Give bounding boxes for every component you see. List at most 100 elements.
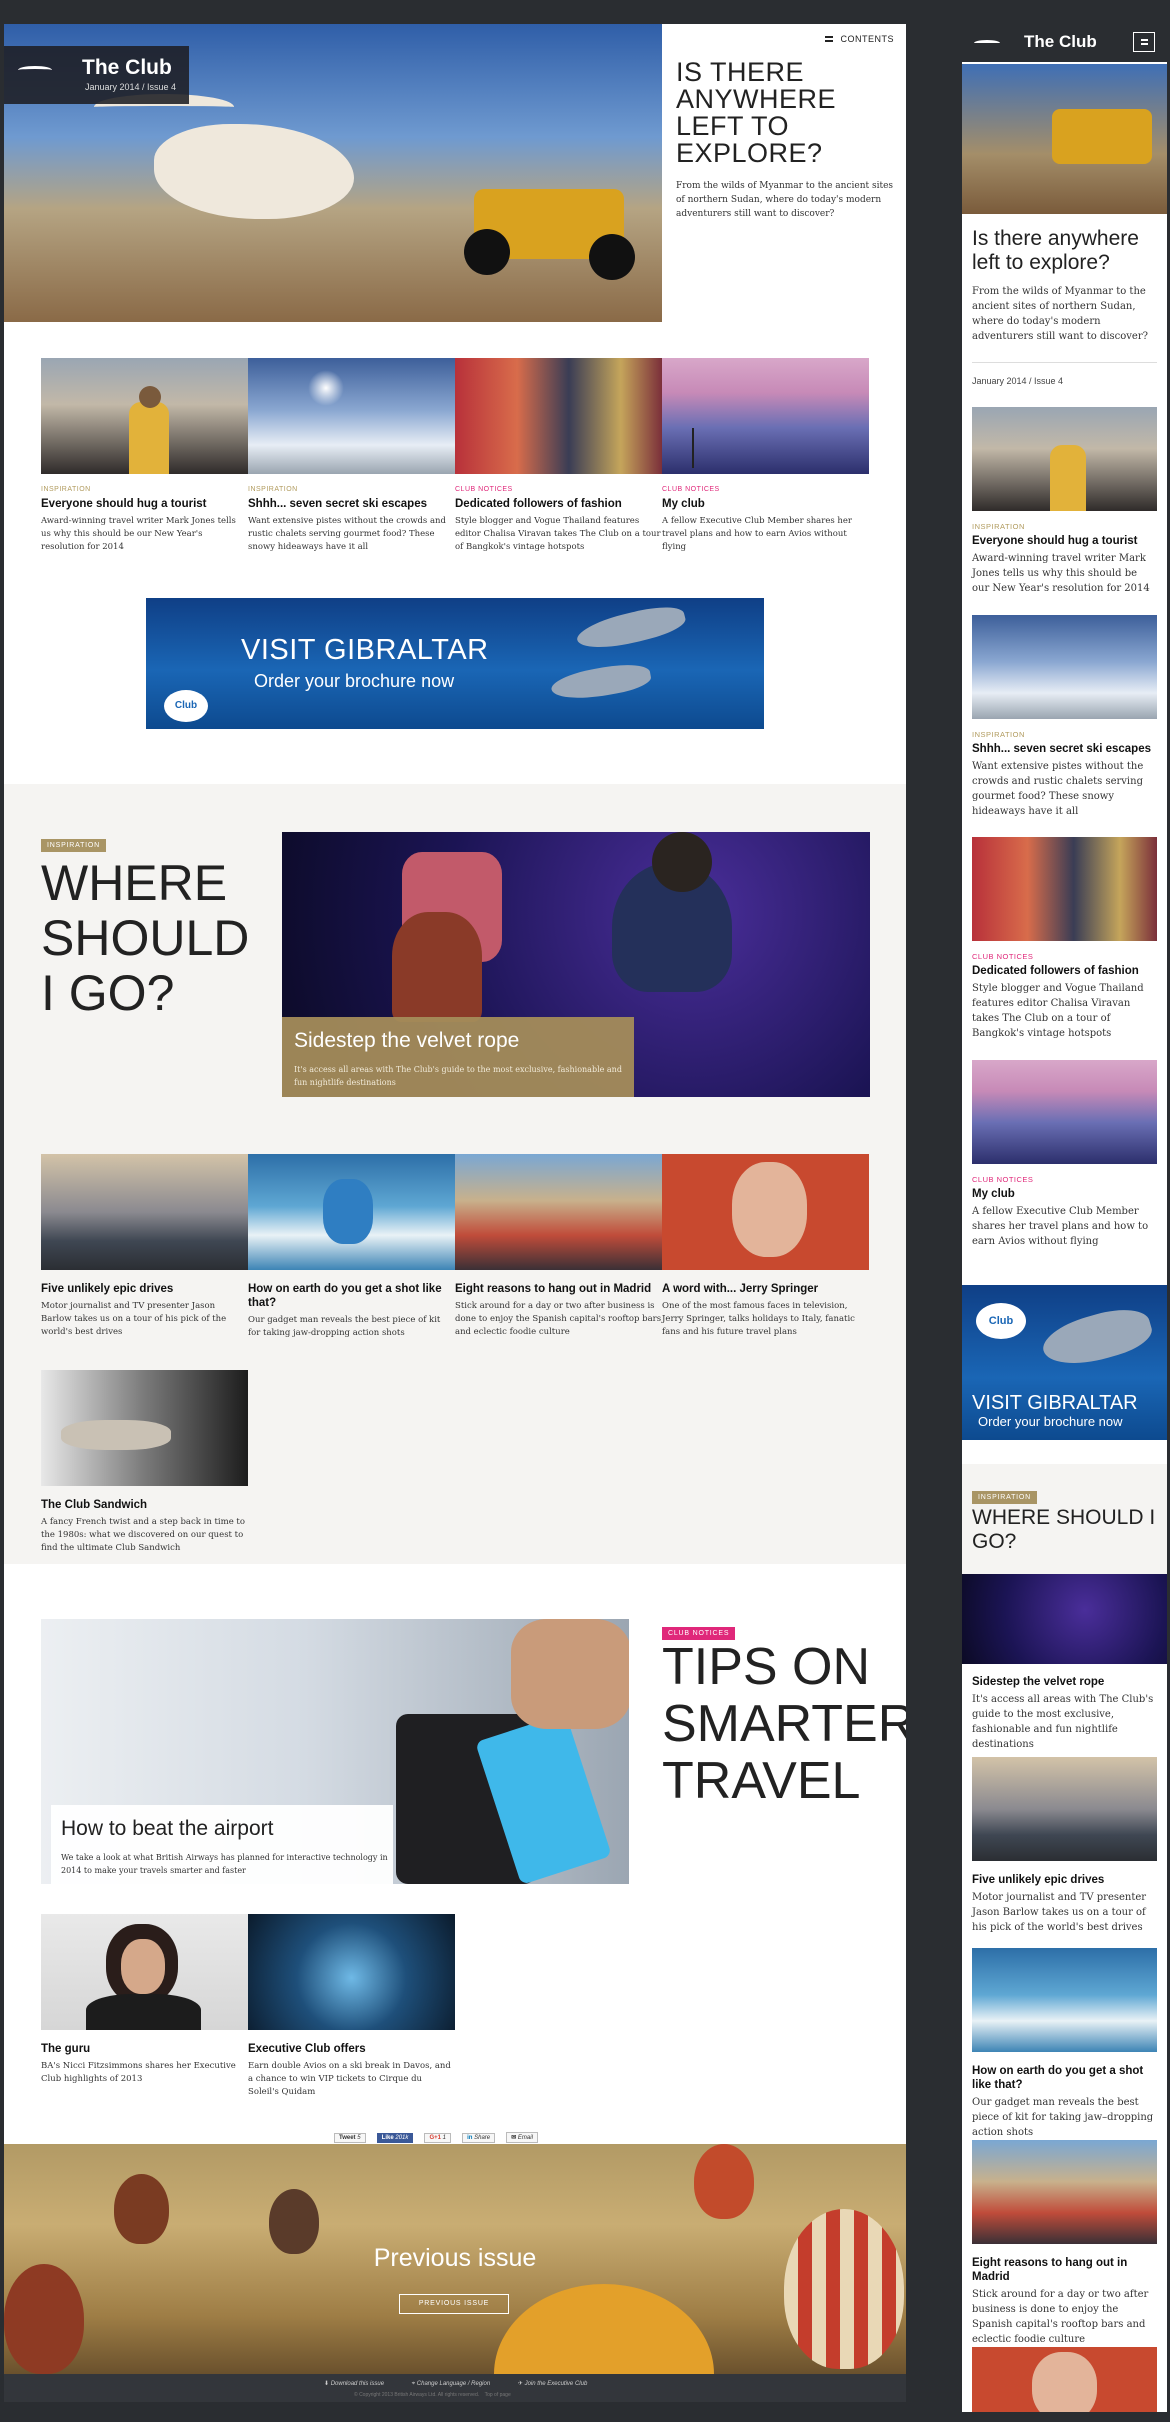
footer-links: ⬇ Download this issue ⌖ Change Language … [324,2380,613,2388]
like-button[interactable]: Like 201k [376,2133,414,2143]
article-title[interactable]: Five unlikely epic drives [972,1873,1157,1887]
heading-line: WHERE [41,855,228,911]
mobile-gibraltar-ad[interactable]: Club VISIT GIBRALTAR Order your brochure… [962,1285,1167,1440]
article-title[interactable]: The Club Sandwich [41,1498,248,1512]
feature-title[interactable]: Sidestep the velvet rope [294,1029,519,1053]
article-thumbnail[interactable] [41,1914,248,2030]
article-thumbnail[interactable] [972,1060,1157,1164]
article-thumbnail[interactable] [455,358,662,474]
hero-skull [154,124,354,219]
article-thumbnail[interactable] [662,1154,869,1270]
article-title[interactable]: A word with... Jerry Springer [662,1282,869,1296]
article-thumbnail[interactable] [248,1914,455,2030]
article-title[interactable]: Everyone should hug a tourist [41,497,248,511]
previous-issue-button[interactable]: PREVIOUS ISSUE [399,2294,509,2314]
mobile-hero-image[interactable] [962,64,1167,214]
gplus-button[interactable]: G+1 1 [424,2133,451,2143]
article-thumbnail[interactable] [662,358,869,474]
article-card[interactable]: INSPIRATION Everyone should hug a touris… [41,358,248,554]
mobile-article-thumbnail[interactable] [972,2347,1157,2412]
article-title[interactable]: Dedicated followers of fashion [972,964,1157,978]
thumb-sandwich [61,1420,171,1450]
article-card[interactable]: Executive Club offers Earn double Avios … [248,1914,455,2099]
tips-heading: TIPS ON SMARTER TRAVEL [662,1639,906,1810]
mobile-feature-image[interactable] [962,1574,1167,1664]
article-thumbnail[interactable] [972,615,1157,719]
article-thumbnail[interactable] [41,1370,248,1486]
article-title[interactable]: Five unlikely epic drives [41,1282,248,1296]
mobile-article-card[interactable]: INSPIRATION Shhh... seven secret ski esc… [972,615,1157,819]
article-title[interactable]: Eight reasons to hang out in Madrid [455,1282,662,1296]
mobile-article-card[interactable]: CLUB NOTICES Dedicated followers of fash… [972,837,1157,1041]
copyright-text: © Copyright 2013 British Airways Ltd. Al… [354,2392,480,2398]
article-card[interactable]: CLUB NOTICES Dedicated followers of fash… [455,358,662,554]
article-thumbnail[interactable] [972,1948,1157,2052]
mobile-article-card[interactable]: Sidestep the velvet rope It's access all… [972,1667,1157,1752]
brand-name[interactable]: The Club [1024,32,1097,52]
article-card[interactable]: A word with... Jerry Springer One of the… [662,1154,869,1339]
article-description: Stick around for a day or two after busi… [455,1301,662,1337]
brand-box[interactable]: The Club January 2014 / Issue 4 [4,46,189,104]
mobile-hero-title[interactable]: Is there anywhere left to explore? [972,227,1162,275]
mobile-article-card[interactable]: CLUB NOTICES My club A fellow Executive … [972,1060,1157,1249]
article-card[interactable]: Five unlikely epic drives Motor journali… [41,1154,248,1339]
article-card[interactable]: How on earth do you get a shot like that… [248,1154,455,1340]
article-title[interactable]: Shhh... seven secret ski escapes [248,497,455,511]
article-thumbnail[interactable] [41,358,248,474]
share-bar: Tweet 5 Like 201k G+1 1 in Share ✉ Email [334,2124,544,2143]
ad-headline: VISIT GIBRALTAR [241,634,489,666]
article-title[interactable]: Dedicated followers of fashion [455,497,662,511]
article-card[interactable]: INSPIRATION Shhh... seven secret ski esc… [248,358,455,554]
article-title[interactable]: Everyone should hug a tourist [972,534,1157,548]
top-of-page-link[interactable]: Top of page [485,2392,511,2398]
contents-button[interactable]: CONTENTS [824,34,895,44]
article-thumbnail[interactable] [41,1154,248,1270]
heading-line: SHOULD [41,910,250,966]
article-thumbnail[interactable] [972,407,1157,511]
article-thumbnail[interactable] [248,358,455,474]
hero-title[interactable]: IS THERE ANYWHERE LEFT TO EXPLORE? [676,59,896,167]
linkedin-share-button[interactable]: in Share [462,2133,496,2143]
article-thumbnail[interactable] [248,1154,455,1270]
issue-label: January 2014 / Issue 4 [85,82,177,92]
gibraltar-ad-banner[interactable]: Club VISIT GIBRALTAR Order your brochure… [146,598,764,729]
feature-title[interactable]: How to beat the airport [61,1817,273,1841]
article-title[interactable]: My club [662,497,869,511]
article-card[interactable]: CLUB NOTICES My club A fellow Executive … [662,358,869,554]
article-title[interactable]: Executive Club offers [248,2042,455,2056]
article-title[interactable]: My club [972,1187,1157,1201]
feature-image[interactable]: Sidestep the velvet rope It's access all… [282,832,870,1097]
balloon-graphic [784,2209,904,2369]
email-button[interactable]: ✉ Email [506,2132,538,2143]
region-link[interactable]: ⌖ Change Language / Region [412,2381,490,2387]
download-link[interactable]: ⬇ Download this issue [324,2381,384,2387]
mobile-article-card[interactable]: Eight reasons to hang out in Madrid Stic… [972,2140,1157,2347]
tweet-button[interactable]: Tweet 5 [334,2133,366,2143]
tips-feature-caption[interactable]: How to beat the airport We take a look a… [51,1805,393,1884]
article-card[interactable]: The Club Sandwich A fancy French twist a… [41,1370,248,1555]
ba-logo-icon [974,40,1000,46]
article-title[interactable]: How on earth do you get a shot like that… [972,2064,1157,2092]
article-thumbnail[interactable] [972,837,1157,941]
article-title[interactable]: Sidestep the velvet rope [972,1675,1157,1689]
article-description: It's access all areas with The Club's gu… [972,1694,1154,1750]
hamburger-menu-icon[interactable] [1133,32,1155,52]
article-thumbnail[interactable] [972,1757,1157,1861]
gplus-label: G+1 [429,2135,441,2141]
article-thumbnail[interactable] [972,2140,1157,2244]
article-title[interactable]: How on earth do you get a shot like that… [248,1282,455,1310]
mobile-article-card[interactable]: INSPIRATION Everyone should hug a touris… [972,407,1157,596]
article-thumbnail[interactable] [455,1154,662,1270]
email-icon: ✉ [511,2135,517,2141]
article-card[interactable]: Eight reasons to hang out in Madrid Stic… [455,1154,662,1339]
mobile-article-card[interactable]: Five unlikely epic drives Motor journali… [972,1757,1157,1935]
article-title[interactable]: The guru [41,2042,248,2056]
hero-image[interactable]: The Club January 2014 / Issue 4 [4,24,662,322]
join-link[interactable]: ✈ Join the Executive Club [518,2381,587,2387]
mobile-article-card[interactable]: How on earth do you get a shot like that… [972,1948,1157,2140]
tips-feature-image[interactable]: How to beat the airport We take a look a… [41,1619,629,1884]
article-card[interactable]: The guru BA's Nicci Fitzsimmons shares h… [41,1914,248,2086]
article-title[interactable]: Eight reasons to hang out in Madrid [972,2256,1157,2284]
feature-caption[interactable]: Sidestep the velvet rope It's access all… [282,1017,634,1097]
article-title[interactable]: Shhh... seven secret ski escapes [972,742,1157,756]
